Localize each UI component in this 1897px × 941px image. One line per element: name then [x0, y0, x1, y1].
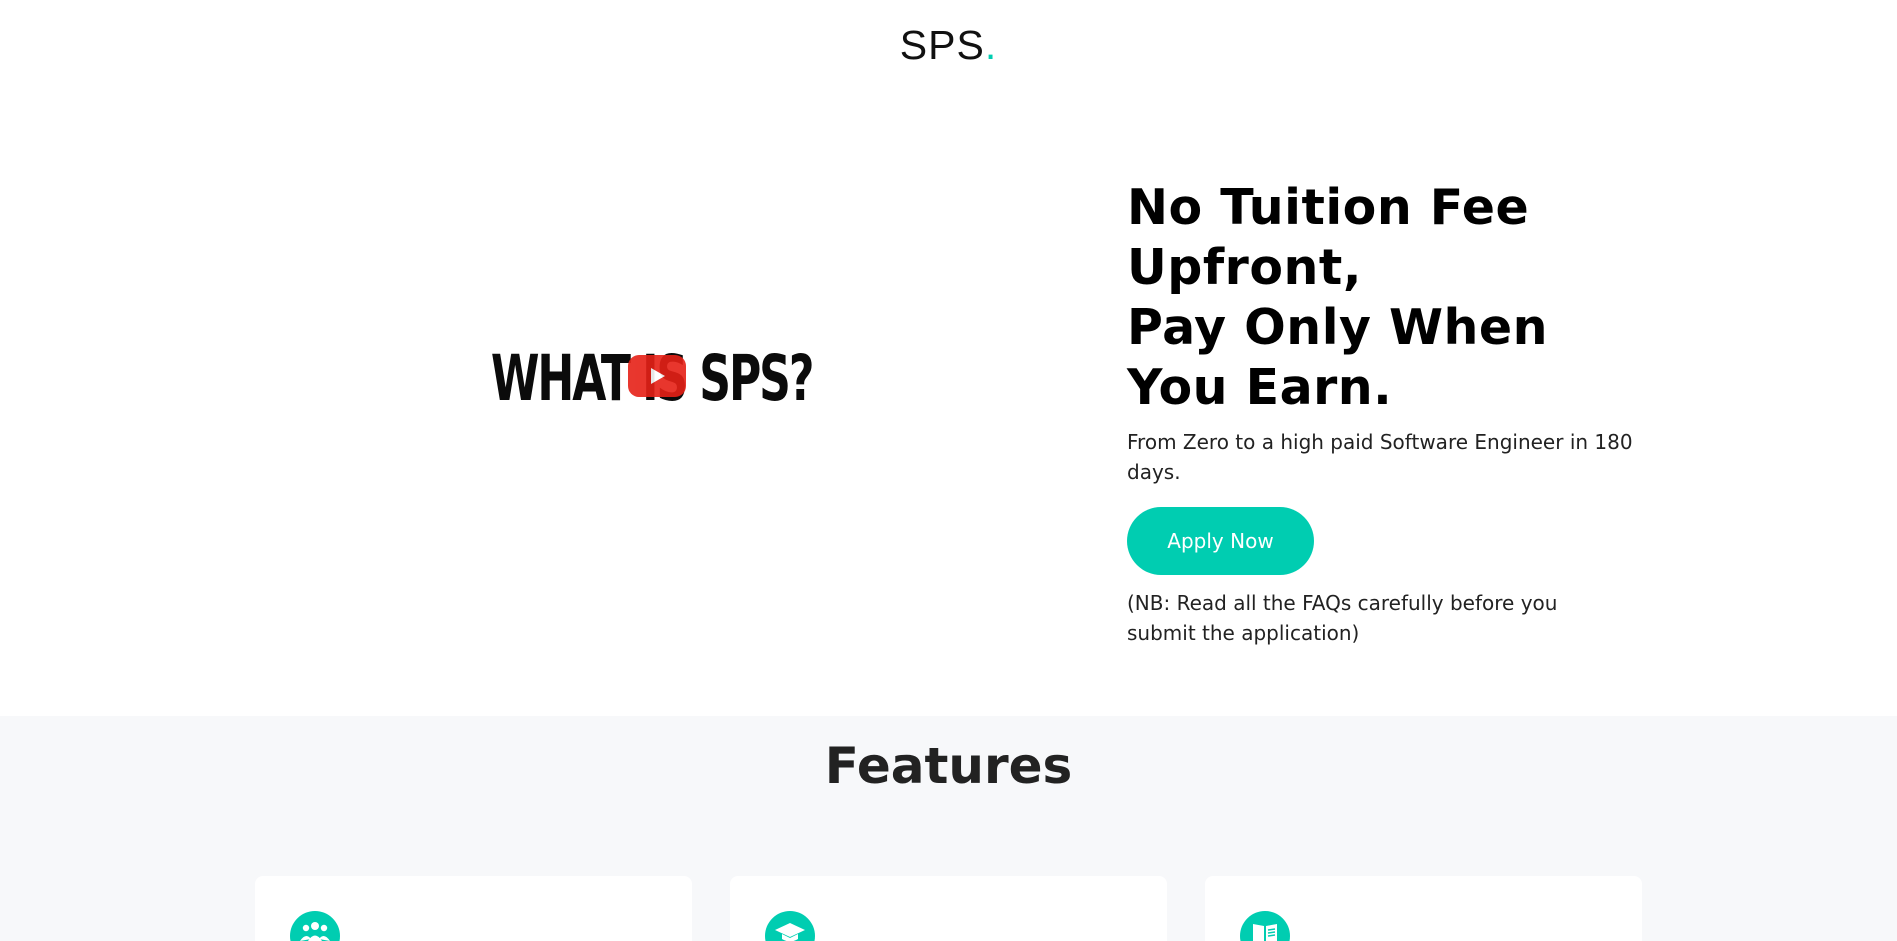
graduation-cap-icon	[765, 911, 815, 941]
features-section: Features	[0, 716, 1897, 941]
book-icon	[1240, 911, 1290, 941]
brand-dot: .	[984, 21, 998, 68]
features-title: Features	[824, 737, 1073, 795]
headline-line: Pay Only When	[1127, 299, 1549, 356]
feature-card	[730, 876, 1167, 941]
hero-subtext: From Zero to a high paid Software Engine…	[1127, 430, 1633, 484]
users-icon	[290, 911, 340, 941]
feature-card	[255, 876, 692, 941]
hero-headline: No Tuition Fee Upfront, Pay Only When Yo…	[1127, 178, 1647, 418]
headline-line: Upfront,	[1127, 239, 1362, 296]
brand-logo[interactable]: SPS.	[900, 23, 997, 66]
video-thumbnail[interactable]: WHAT IS SPS?	[491, 308, 815, 448]
hero-section: WHAT IS SPS? No Tuition Fee Upfront, Pay…	[0, 88, 1897, 716]
brand-name: SPS	[899, 21, 985, 68]
apply-now-button[interactable]: Apply Now	[1127, 507, 1314, 575]
faq-note: (NB: Read all the FAQs carefully before …	[1127, 591, 1558, 645]
hero-text-block: No Tuition Fee Upfront, Pay Only When Yo…	[1127, 178, 1647, 648]
feature-card	[1205, 876, 1642, 941]
headline-line: You Earn.	[1127, 359, 1393, 416]
navbar: SPS.	[0, 0, 1897, 88]
youtube-play-icon[interactable]	[628, 355, 686, 397]
headline-line: No Tuition Fee	[1127, 179, 1530, 236]
